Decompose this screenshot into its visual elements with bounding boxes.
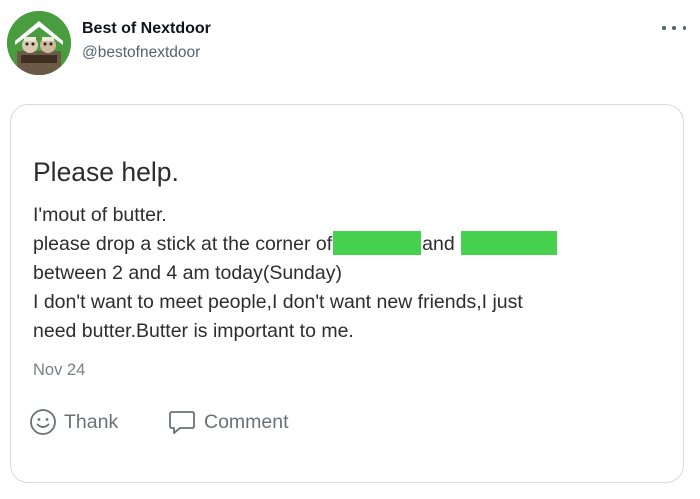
post-line: please drop a stick at the corner of and xyxy=(33,230,663,259)
post-body: I'mout of butter. please drop a stick at… xyxy=(33,201,663,346)
smiley-icon xyxy=(30,409,56,435)
post-title: Please help. xyxy=(33,157,179,187)
post-line: I don't want to meet people,I don't want… xyxy=(33,291,523,313)
avatar-image xyxy=(7,11,71,75)
avatar[interactable] xyxy=(7,11,71,75)
redaction-block xyxy=(461,231,558,255)
user-handle[interactable]: @bestofnextdoor xyxy=(82,44,200,62)
post-line: between 2 and 4 am today(Sunday) xyxy=(33,262,342,284)
redaction-block xyxy=(333,231,422,255)
post-text: and xyxy=(422,233,455,255)
post-line: I'mout of butter. xyxy=(33,204,167,226)
thank-button[interactable]: Thank xyxy=(29,406,118,438)
nextdoor-post-card: Please help. I'mout of butter. please dr… xyxy=(10,104,684,483)
thank-label: Thank xyxy=(64,410,119,433)
post-text: please drop a stick at the corner of xyxy=(33,233,333,255)
comment-label: Comment xyxy=(204,410,289,433)
comment-button[interactable]: Comment xyxy=(167,406,289,438)
post-date: Nov 24 xyxy=(33,361,86,379)
display-name[interactable]: Best of Nextdoor xyxy=(82,20,211,38)
more-options-icon[interactable] xyxy=(662,21,686,35)
post-line: need butter.Butter is important to me. xyxy=(33,320,354,342)
tweet-header: Best of Nextdoor @bestofnextdoor xyxy=(0,0,700,80)
speech-bubble-icon xyxy=(169,411,195,434)
